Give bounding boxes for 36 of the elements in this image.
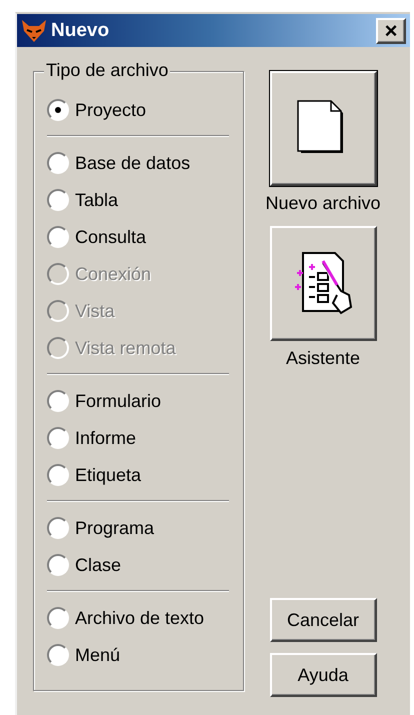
wizard-document-icon <box>293 250 353 316</box>
radio-label: Vista remota <box>75 338 176 356</box>
radio-button[interactable] <box>47 464 69 486</box>
radio-button[interactable] <box>47 188 69 210</box>
fox-logo-icon <box>21 18 47 42</box>
radio-label: Programa <box>75 518 154 536</box>
dialog-button[interactable]: Ayuda <box>270 653 376 697</box>
radio-label: Menú <box>75 646 120 664</box>
radio-label: Tabla <box>75 190 118 208</box>
radio-button[interactable] <box>47 152 69 174</box>
radio-label: Vista <box>75 302 115 320</box>
radio-label: Archivo de texto <box>75 608 204 626</box>
radio-button[interactable] <box>47 226 69 248</box>
radio-button[interactable] <box>47 644 69 666</box>
radio-button[interactable] <box>47 554 69 576</box>
button-caption: Asistente <box>286 349 360 367</box>
radio-label: Base de datos <box>75 154 190 172</box>
radio-button[interactable] <box>47 516 69 538</box>
radio-label: Etiqueta <box>75 466 142 484</box>
button-caption: Nuevo archivo <box>265 194 381 212</box>
radio-label: Formulario <box>75 392 162 410</box>
new-file-button[interactable] <box>270 71 376 186</box>
radio-button[interactable] <box>47 390 69 412</box>
close-button[interactable]: × <box>376 18 406 44</box>
radio-label: Consulta <box>75 228 146 246</box>
wizard-button[interactable] <box>270 226 376 341</box>
radio-label: Informe <box>75 428 136 446</box>
group-title: Tipo de archivo <box>44 61 170 79</box>
radio-button[interactable] <box>47 98 69 120</box>
dialog-button[interactable]: Cancelar <box>270 598 376 642</box>
window-title: Nuevo <box>51 21 110 40</box>
radio-label: Conexión <box>75 264 152 282</box>
radio-label: Clase <box>75 556 122 574</box>
radio-button[interactable] <box>47 426 69 448</box>
radio-label: Proyecto <box>75 100 146 118</box>
radio-button[interactable] <box>47 606 69 628</box>
